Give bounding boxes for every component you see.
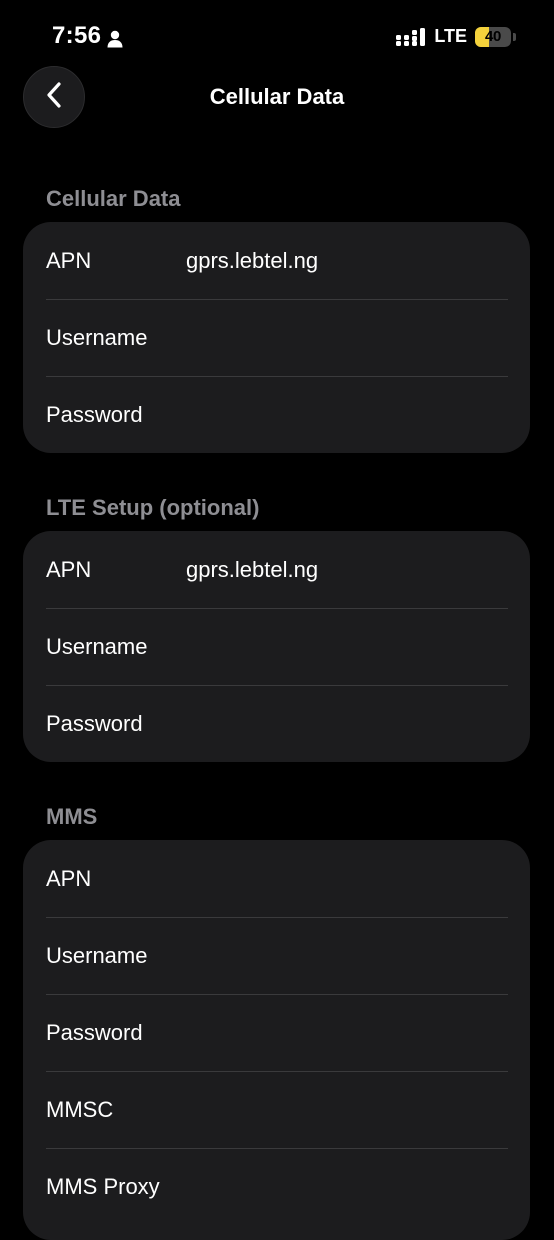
row-label: Username xyxy=(46,942,148,968)
cellular-password-row[interactable]: Password xyxy=(23,376,530,453)
row-label: Username xyxy=(46,324,148,350)
row-label: Password xyxy=(46,1019,143,1045)
mms-mmsc-row[interactable]: MMSC xyxy=(23,1071,530,1148)
status-time-label: 7:56 xyxy=(52,22,102,49)
mms-group: APN Username Password MMSC MMS Proxy xyxy=(23,840,530,1240)
cellular-apn-row[interactable]: APN gprs.lebtel.ng xyxy=(23,222,530,299)
page-title: Cellular Data xyxy=(209,84,345,109)
lte-username-row[interactable]: Username xyxy=(23,608,530,685)
mms-username-row[interactable]: Username xyxy=(23,917,530,994)
battery-icon: 40 xyxy=(475,26,511,47)
row-label: APN xyxy=(46,556,92,582)
lte-apn-row[interactable]: APN gprs.lebtel.ng xyxy=(23,531,530,608)
network-type-label: LTE xyxy=(434,26,467,46)
row-label: MMSC xyxy=(46,1096,114,1122)
row-label: Password xyxy=(46,710,143,736)
lte-password-row[interactable]: Password xyxy=(23,685,530,762)
section-header-lte-setup: LTE Setup (optional) xyxy=(46,495,260,520)
row-label: APN xyxy=(46,865,92,891)
row-label: Username xyxy=(46,633,148,659)
cellular-apn-field[interactable]: gprs.lebtel.ng xyxy=(186,248,318,274)
row-label: Password xyxy=(46,401,143,427)
status-bar: 7:56 LTE 40 xyxy=(0,0,554,70)
mms-apn-row[interactable]: APN xyxy=(23,840,530,917)
section-header-cellular-data: Cellular Data xyxy=(46,186,181,211)
section-header-mms: MMS xyxy=(46,804,98,829)
cellular-signal-icon xyxy=(396,27,426,46)
lte-setup-group: APN gprs.lebtel.ng Username Password xyxy=(23,531,530,762)
mms-proxy-row[interactable]: MMS Proxy xyxy=(23,1148,530,1225)
navigation-bar: Cellular Data xyxy=(0,66,554,130)
row-label: MMS Proxy xyxy=(46,1173,160,1199)
mms-password-row[interactable]: Password xyxy=(23,994,530,1071)
status-time: 7:56 xyxy=(52,22,123,50)
cellular-data-group: APN gprs.lebtel.ng Username Password xyxy=(23,222,530,453)
battery-percent: 40 xyxy=(484,28,502,45)
lte-apn-field[interactable]: gprs.lebtel.ng xyxy=(186,557,318,583)
row-label: APN xyxy=(46,247,92,273)
person-icon xyxy=(107,27,123,48)
cellular-username-row[interactable]: Username xyxy=(23,299,530,376)
battery-nub xyxy=(513,32,516,41)
status-indicators: LTE 40 xyxy=(396,26,516,47)
